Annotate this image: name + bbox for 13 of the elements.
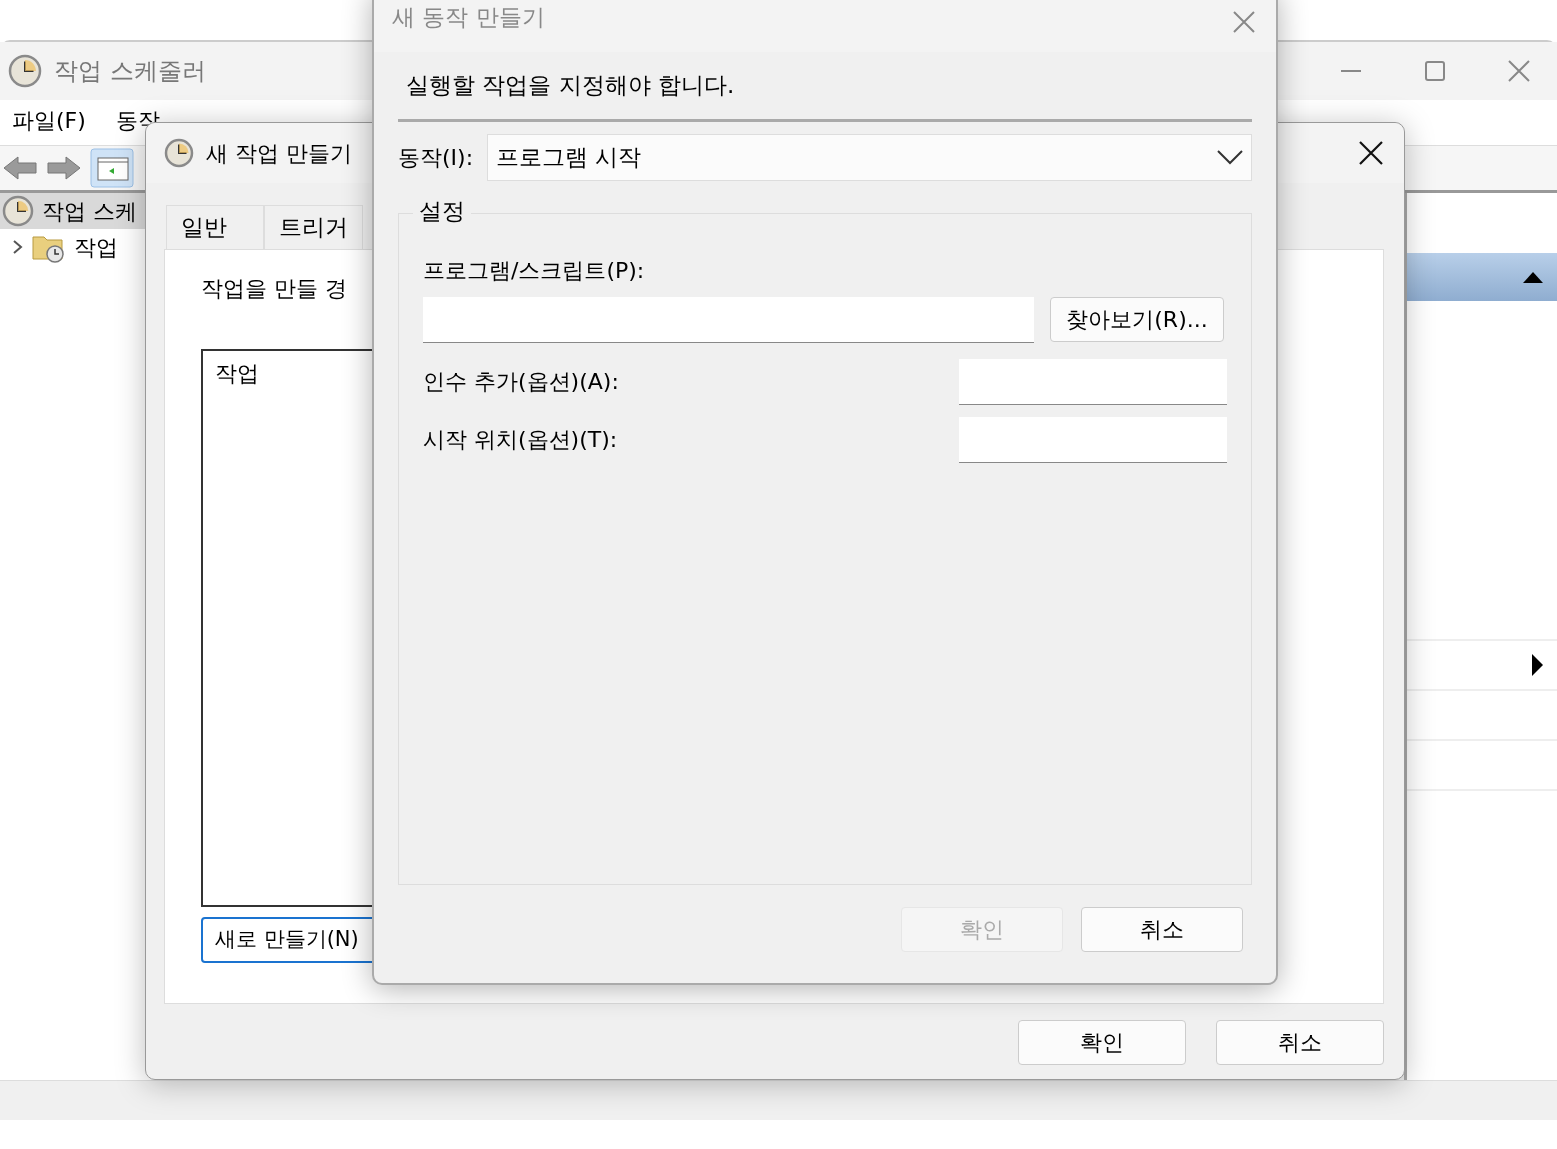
field-label: 인수 추가(옵션)(A): (423, 368, 619, 396)
dialog-title: 새 동작 만들기 (392, 2, 545, 32)
field-label: 프로그램/스크립트(P): (423, 256, 646, 285)
dropdown-value: 프로그램 시작 (496, 142, 642, 172)
field-label: 동작(I): (398, 143, 474, 172)
intro-text: 작업을 만들 경 (201, 274, 347, 303)
column-header: 작업 (215, 360, 259, 386)
tree-label: 작업 스케 (42, 197, 137, 226)
window-title: 작업 스케줄러 (54, 56, 206, 87)
instruction-text: 실행할 작업을 지정해야 합니다. (398, 58, 1252, 122)
dialog-title: 새 작업 만들기 (206, 139, 352, 168)
field-label: 시작 위치(옵션)(T): (423, 426, 618, 454)
tree-label: 작업 (74, 233, 118, 262)
